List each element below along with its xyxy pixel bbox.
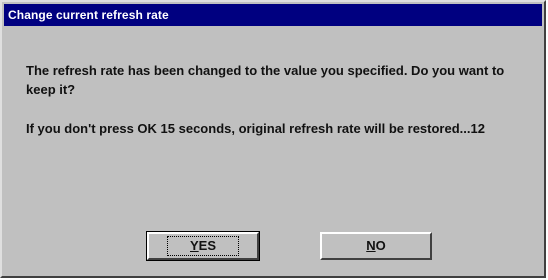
yes-mnemonic: Y bbox=[189, 238, 199, 253]
dialog-title-bar[interactable]: Change current refresh rate bbox=[4, 4, 542, 26]
no-button[interactable]: NO bbox=[320, 232, 432, 260]
no-label-rest: O bbox=[375, 238, 386, 253]
dialog-title: Change current refresh rate bbox=[8, 8, 169, 22]
dialog-message: The refresh rate has been changed to the… bbox=[26, 61, 526, 138]
yes-focus-rect: YES bbox=[166, 236, 239, 256]
yes-label-rest: ES bbox=[198, 238, 216, 253]
refresh-rate-dialog: Change current refresh rate The refresh … bbox=[0, 0, 546, 278]
no-mnemonic: N bbox=[366, 238, 376, 253]
message-countdown: If you don't press OK 15 seconds, origin… bbox=[26, 121, 485, 136]
yes-button[interactable]: YES bbox=[146, 231, 260, 261]
message-keep-question: The refresh rate has been changed to the… bbox=[26, 63, 505, 97]
